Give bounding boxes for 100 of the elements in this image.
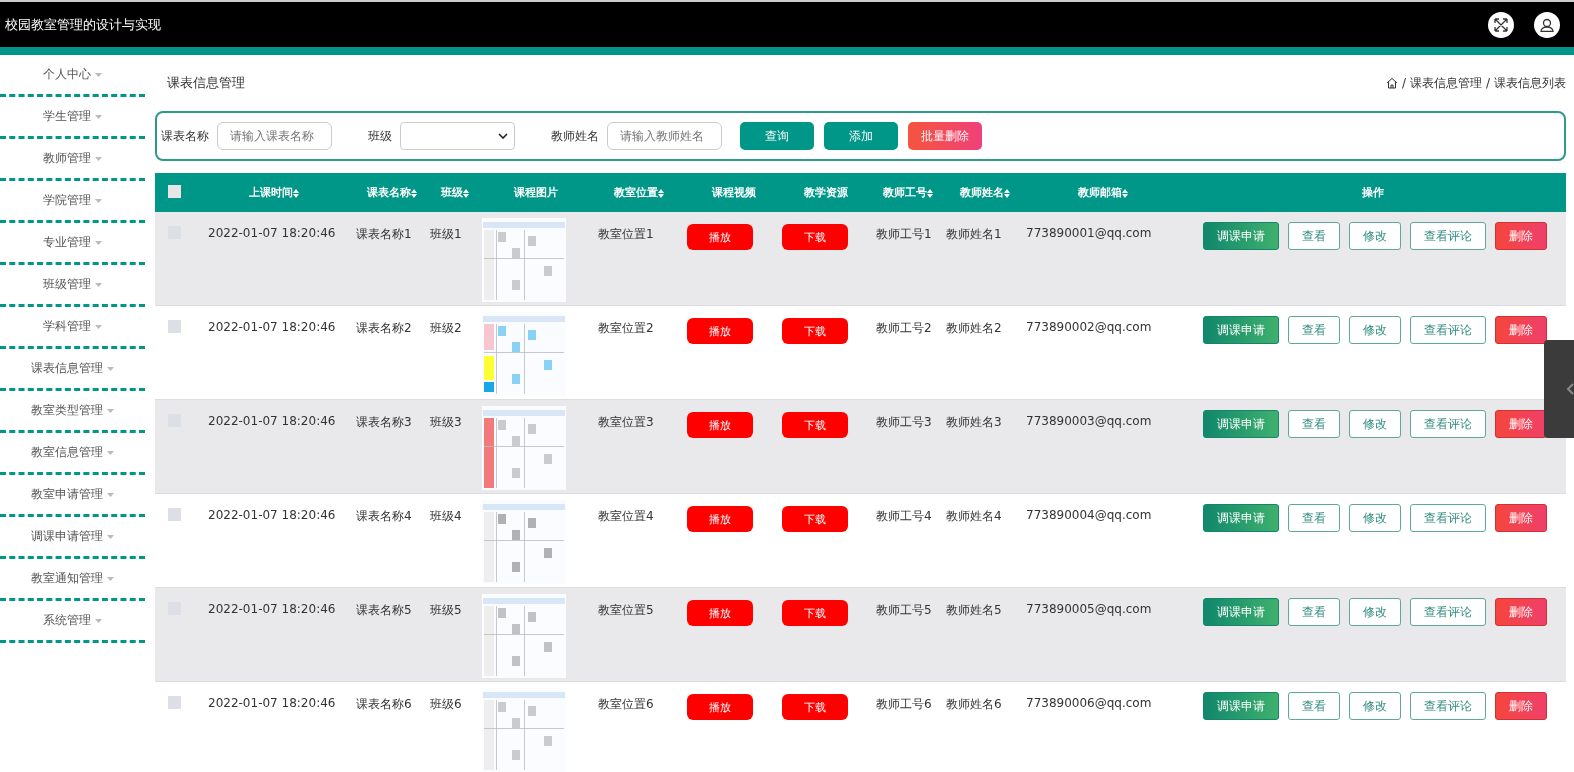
- sort-icon[interactable]: [1004, 188, 1010, 198]
- table-cell: 773890004@qq.com: [1026, 508, 1152, 522]
- action-button[interactable]: 删除: [1495, 316, 1547, 344]
- column-header[interactable]: 教师邮箱: [1077, 186, 1122, 199]
- sidebar-item[interactable]: 专业管理: [0, 223, 145, 265]
- field-label: 课表名称: [161, 127, 209, 145]
- action-button[interactable]: 查看评论: [1410, 410, 1486, 438]
- breadcrumb-separator: /: [1485, 76, 1490, 90]
- action-button[interactable]: 调课申请: [1203, 692, 1279, 720]
- play-button[interactable]: 播放: [687, 412, 753, 438]
- sidebar-item[interactable]: 教室类型管理: [0, 391, 145, 433]
- sort-icon[interactable]: [657, 188, 664, 198]
- action-button[interactable]: 删除: [1495, 598, 1547, 626]
- play-button[interactable]: 播放: [687, 694, 753, 720]
- sidebar-item[interactable]: 教师管理: [0, 139, 145, 181]
- download-button[interactable]: 下载: [782, 318, 848, 344]
- action-button[interactable]: 修改: [1349, 692, 1401, 720]
- action-button[interactable]: 删除: [1495, 504, 1547, 532]
- download-button[interactable]: 下载: [782, 506, 848, 532]
- play-button[interactable]: 播放: [687, 318, 753, 344]
- table-cell: 教师姓名5: [946, 603, 1002, 617]
- row-checkbox[interactable]: [168, 696, 181, 709]
- text-field[interactable]: 请输入教师姓名: [607, 122, 722, 150]
- sidebar-item[interactable]: 学院管理: [0, 181, 145, 223]
- action-button[interactable]: 查看: [1288, 504, 1340, 532]
- column-header[interactable]: 课表名称: [367, 186, 411, 199]
- breadcrumb-item[interactable]: 课表信息列表: [1494, 74, 1566, 92]
- sidebar-item[interactable]: 调课申请管理: [0, 517, 145, 559]
- play-button[interactable]: 播放: [687, 224, 753, 250]
- sidebar-item[interactable]: 教室通知管理: [0, 559, 145, 601]
- column-header[interactable]: 教师工号: [883, 186, 927, 199]
- table-cell-text: 教室位置5: [597, 603, 654, 617]
- batch-delete-button[interactable]: 批量删除: [908, 122, 982, 150]
- sidebar-item[interactable]: 课表信息管理: [0, 349, 145, 391]
- action-button[interactable]: 查看评论: [1410, 504, 1486, 532]
- sort-icon[interactable]: [463, 188, 469, 198]
- field-label: 班级: [368, 127, 392, 145]
- action-button[interactable]: 查看: [1288, 692, 1340, 720]
- download-button[interactable]: 下载: [782, 224, 848, 250]
- action-button[interactable]: 删除: [1495, 692, 1547, 720]
- sidebar-item[interactable]: 班级管理: [0, 265, 145, 307]
- sort-icon[interactable]: [927, 188, 933, 198]
- sidebar-item[interactable]: 个人中心: [0, 55, 145, 97]
- action-button[interactable]: 查看评论: [1410, 316, 1486, 344]
- action-button[interactable]: 查看评论: [1410, 692, 1486, 720]
- action-button[interactable]: 修改: [1349, 316, 1401, 344]
- table-cell-text: 教师工号6: [875, 697, 932, 711]
- action-button[interactable]: 删除: [1495, 410, 1547, 438]
- column-header[interactable]: 上课时间: [249, 186, 293, 199]
- text-field[interactable]: 请输入课表名称: [217, 122, 332, 150]
- sort-icon[interactable]: [411, 188, 417, 198]
- table-cell: 班级2: [430, 321, 462, 335]
- column-header[interactable]: 班级: [441, 186, 463, 199]
- table-cell: 班级5: [430, 603, 462, 617]
- select-all-checkbox[interactable]: [168, 184, 181, 198]
- breadcrumb-item[interactable]: 课表信息管理: [1409, 74, 1482, 92]
- action-button[interactable]: 添加: [824, 122, 898, 150]
- column-header[interactable]: 教师姓名: [960, 186, 1004, 199]
- caret-icon: [107, 366, 114, 371]
- sort-icon[interactable]: [1121, 188, 1128, 198]
- caret-icon: [95, 324, 102, 329]
- table-cell: 773890005@qq.com: [1026, 602, 1152, 616]
- page-title: 课表信息管理: [166, 74, 245, 92]
- action-button[interactable]: 查看评论: [1410, 222, 1486, 250]
- action-button[interactable]: 查看: [1288, 222, 1340, 250]
- download-button[interactable]: 下载: [782, 600, 848, 626]
- download-button[interactable]: 下载: [782, 694, 848, 720]
- sidebar-item[interactable]: 系统管理: [0, 601, 145, 643]
- chevron-down-icon: [498, 133, 508, 139]
- action-button[interactable]: 查询: [740, 122, 814, 150]
- action-button[interactable]: 查看: [1288, 598, 1340, 626]
- action-button[interactable]: 查看评论: [1410, 598, 1486, 626]
- action-button[interactable]: 删除: [1495, 222, 1547, 250]
- action-button[interactable]: 修改: [1349, 410, 1401, 438]
- home-icon[interactable]: [1385, 77, 1398, 89]
- fullscreen-icon[interactable]: [1488, 11, 1514, 38]
- action-button[interactable]: 调课申请: [1203, 316, 1279, 344]
- sidebar-item[interactable]: 学生管理: [0, 97, 145, 139]
- play-button[interactable]: 播放: [687, 506, 753, 532]
- column-header[interactable]: 教室位置: [613, 186, 658, 199]
- table-cell: 班级1: [430, 227, 462, 241]
- action-button[interactable]: 修改: [1349, 222, 1401, 250]
- caret-icon: [107, 408, 114, 413]
- sidebar-item[interactable]: 学科管理: [0, 307, 145, 349]
- action-button[interactable]: 调课申请: [1203, 504, 1279, 532]
- sidebar-item[interactable]: 教室信息管理: [0, 433, 145, 475]
- action-button[interactable]: 查看: [1288, 410, 1340, 438]
- play-button[interactable]: 播放: [687, 600, 753, 626]
- sort-icon[interactable]: [293, 188, 299, 198]
- sidebar-item[interactable]: 教室申请管理: [0, 475, 145, 517]
- action-button[interactable]: 修改: [1349, 504, 1401, 532]
- action-button[interactable]: 修改: [1349, 598, 1401, 626]
- action-button[interactable]: 调课申请: [1203, 598, 1279, 626]
- action-button[interactable]: 查看: [1288, 316, 1340, 344]
- action-button[interactable]: 调课申请: [1203, 410, 1279, 438]
- user-icon[interactable]: [1534, 11, 1560, 38]
- action-button[interactable]: 调课申请: [1203, 222, 1279, 250]
- row-checkbox[interactable]: [168, 320, 181, 333]
- row-checkbox[interactable]: [168, 508, 181, 521]
- download-button[interactable]: 下载: [782, 412, 848, 438]
